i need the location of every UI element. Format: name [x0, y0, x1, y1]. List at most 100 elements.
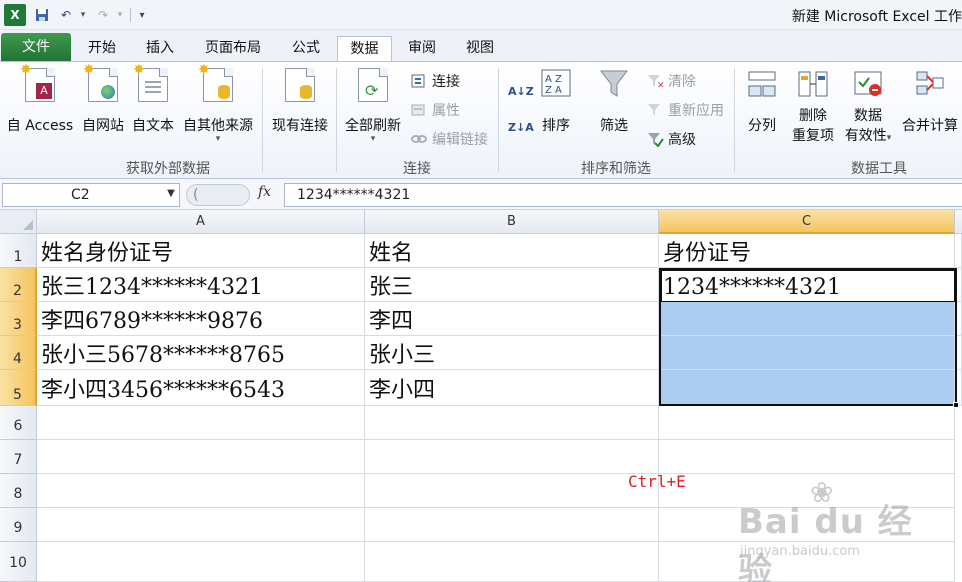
cell-a3[interactable]: 李四6789******9876	[37, 302, 365, 336]
redo-dropdown-icon[interactable]: ▾	[115, 4, 125, 26]
cell-empty[interactable]	[37, 406, 365, 440]
row-header[interactable]: 5	[0, 370, 37, 406]
connections-button[interactable]: 连接	[410, 70, 460, 92]
from-web-button[interactable]: ✸ 自网站	[78, 63, 128, 156]
existing-connections-button[interactable]: 现有连接	[266, 68, 334, 156]
customize-icon[interactable]: ▾	[136, 4, 148, 26]
cell-empty[interactable]	[659, 440, 955, 474]
from-text-button[interactable]: ✸ 自文本	[128, 63, 178, 156]
cell-empty[interactable]	[365, 508, 659, 542]
from-other-sources-button[interactable]: ✸ 自其他来源 ▾	[178, 63, 258, 156]
ribbon-divider	[262, 68, 263, 172]
cell-c4[interactable]	[659, 336, 955, 370]
cell-empty[interactable]	[37, 542, 365, 582]
cell-empty[interactable]	[365, 406, 659, 440]
cell-b4[interactable]: 张小三	[365, 336, 659, 370]
cell-d4[interactable]	[955, 336, 962, 370]
cell-a5[interactable]: 李小四3456******6543	[37, 370, 365, 406]
cell-b5[interactable]: 李小四	[365, 370, 659, 406]
undo-dropdown-icon[interactable]: ▾	[78, 4, 88, 26]
worksheet-grid[interactable]: A B C 1 2 3 4 5 6 7 8 9 10 姓名身份证号 姓名 身份证…	[0, 210, 962, 582]
data-validation-button[interactable]: 数据 有效性▾	[840, 68, 896, 156]
cell-d2[interactable]	[955, 268, 962, 302]
insert-function-icon[interactable]: fx	[258, 184, 271, 200]
from-access-button[interactable]: ✸ A 自 Access	[4, 63, 76, 156]
sort-descending-icon[interactable]: Z↓A	[508, 116, 534, 138]
shortcut-annotation: Ctrl+E	[628, 472, 686, 491]
edit-links-button[interactable]: 编辑链接	[410, 128, 488, 150]
remove-duplicates-button[interactable]: 删除 重复项	[788, 68, 838, 156]
cell-b2[interactable]: 张三	[365, 268, 659, 302]
row-header[interactable]: 9	[0, 508, 37, 542]
sort-ascending-icon[interactable]: A↓Z	[508, 80, 534, 102]
cell-c5[interactable]	[659, 370, 955, 406]
tab-review[interactable]: 审阅	[398, 36, 446, 61]
save-icon[interactable]	[33, 4, 51, 26]
clear-button[interactable]: ✕ 清除	[646, 70, 696, 92]
undo-icon[interactable]: ↶	[57, 4, 75, 26]
tab-view[interactable]: 视图	[456, 36, 504, 61]
cell-d3[interactable]	[955, 302, 962, 336]
web-icon: ✸	[83, 63, 118, 102]
link-icon	[410, 131, 428, 147]
consolidate-button[interactable]: 合并计算	[898, 68, 962, 156]
formula-input[interactable]: 1234******4321	[284, 183, 962, 207]
fill-handle[interactable]	[953, 402, 959, 408]
row-header[interactable]: 4	[0, 336, 37, 370]
row-header[interactable]: 7	[0, 440, 37, 474]
row-header[interactable]: 2	[0, 268, 37, 302]
ribbon-divider	[336, 68, 337, 172]
tab-insert[interactable]: 插入	[134, 36, 186, 61]
cell-empty[interactable]	[37, 440, 365, 474]
cell-empty[interactable]	[365, 440, 659, 474]
select-all-button[interactable]	[0, 210, 37, 234]
cell-empty[interactable]	[365, 474, 659, 508]
cell-empty[interactable]	[659, 406, 955, 440]
tab-formulas[interactable]: 公式	[282, 36, 330, 61]
clear-filter-icon: ✕	[646, 73, 665, 91]
sort-button[interactable]: A ZZ A 排序	[536, 68, 576, 156]
column-header-b[interactable]: B	[365, 210, 659, 234]
cell-b1[interactable]: 姓名	[365, 234, 659, 268]
cell-empty[interactable]	[365, 542, 659, 582]
filter-button[interactable]: 筛选	[592, 68, 636, 156]
redo-icon[interactable]: ↷	[94, 4, 112, 26]
cell-empty[interactable]	[37, 474, 365, 508]
excel-logo-icon[interactable]: X	[4, 4, 26, 26]
row-header[interactable]: 1	[0, 234, 37, 268]
tab-home[interactable]: 开始	[76, 36, 128, 61]
cell-c3[interactable]	[659, 302, 955, 336]
ribbon: ✸ A 自 Access ✸ 自网站 ✸ 自文本 ✸ 自其他来源 ▾ 现有连接 获…	[0, 61, 962, 179]
tab-file[interactable]: 文件	[1, 33, 71, 61]
cell-a2[interactable]: 张三1234******4321	[37, 268, 365, 302]
cell-c2[interactable]: 1234******4321	[659, 268, 955, 302]
row-header[interactable]: 6	[0, 406, 37, 440]
cell-empty[interactable]	[37, 508, 365, 542]
cell-a4[interactable]: 张小三5678******8765	[37, 336, 365, 370]
properties-button[interactable]: 属性	[410, 99, 460, 121]
name-box[interactable]: C2	[2, 183, 180, 207]
text-file-icon: ✸	[133, 63, 168, 102]
reapply-button[interactable]: 重新应用	[646, 99, 724, 121]
cell-b3[interactable]: 李四	[365, 302, 659, 336]
row-header[interactable]: 3	[0, 302, 37, 336]
row-header[interactable]: 10	[0, 542, 37, 582]
cell-d1[interactable]	[955, 234, 962, 268]
column-header-d[interactable]	[955, 210, 962, 234]
column-header-c[interactable]: C	[659, 210, 955, 234]
formula-controls[interactable]: (	[186, 184, 250, 206]
tab-page-layout[interactable]: 页面布局	[196, 36, 270, 61]
chevron-down-icon[interactable]: ▼	[164, 183, 178, 207]
text-to-columns-button[interactable]: 分列	[742, 68, 782, 156]
svg-text:Z A: Z A	[545, 85, 562, 96]
group-label-external-data: 获取外部数据	[126, 161, 210, 177]
refresh-all-button[interactable]: ⟳ 全部刷新 ▾	[340, 68, 406, 156]
tab-data[interactable]: 数据	[337, 36, 392, 61]
advanced-button[interactable]: 高级	[646, 128, 696, 150]
cell-c1[interactable]: 身份证号	[659, 234, 955, 268]
column-header-a[interactable]: A	[37, 210, 365, 234]
cell-d5[interactable]	[955, 370, 962, 406]
other-sources-icon: ✸	[198, 63, 233, 102]
row-header[interactable]: 8	[0, 474, 37, 508]
cell-a1[interactable]: 姓名身份证号	[37, 234, 365, 268]
